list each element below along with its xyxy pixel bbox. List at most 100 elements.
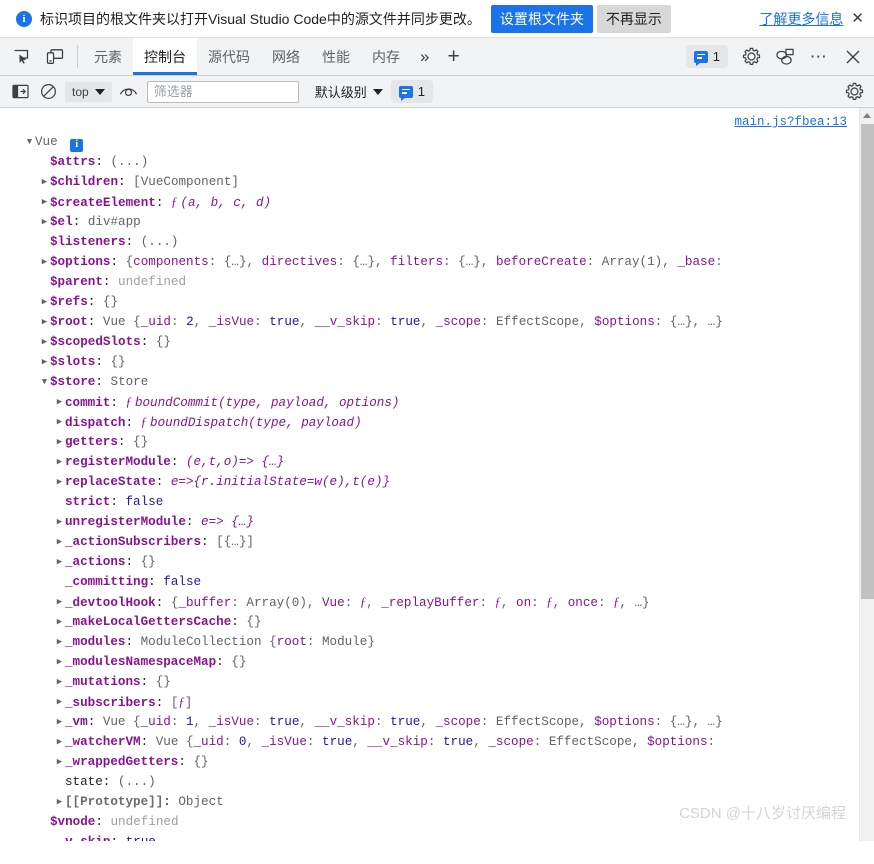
console-vertical-scrollbar[interactable] (859, 108, 874, 841)
tree-row[interactable]: ▶ _modulesNamespaceMap: {} (0, 652, 874, 672)
tree-expand-arrow-collapsed-icon[interactable]: ▶ (39, 192, 50, 212)
tree-row[interactable]: ▶ unregisterModule: e=> {…} (0, 512, 874, 532)
tree-expand-arrow-collapsed-icon[interactable]: ▶ (54, 792, 65, 812)
tree-row[interactable]: ▶ _vm: Vue {_uid: 1, _isVue: true, __v_sk… (0, 712, 874, 732)
tree-expand-arrow-collapsed-icon[interactable]: ▶ (39, 332, 50, 352)
tree-row[interactable]: ▶ [[Prototype]]: Object (0, 792, 874, 812)
set-root-folder-button[interactable]: 设置根文件夹 (490, 4, 593, 33)
tree-row[interactable]: ▶ replaceState: e=>{r.initialState=w(e),t… (0, 472, 874, 492)
tree-expand-arrow-collapsed-icon[interactable]: ▶ (54, 512, 65, 532)
tree-row[interactable]: ▶ _devtoolHook: {_buffer: Array(0), Vue: … (0, 592, 874, 612)
tree-row[interactable]: $attrs: (...) (0, 152, 874, 172)
source-location-link[interactable]: main.js?fbea:13 (734, 115, 847, 129)
dont-show-again-button[interactable]: 不再显示 (596, 4, 671, 33)
tree-row[interactable]: ▶ $scopedSlots: {} (0, 332, 874, 352)
tree-expand-arrow-expanded-icon[interactable]: ▼ (24, 132, 35, 152)
more-tabs-icon[interactable]: » (411, 38, 438, 75)
tree-expand-arrow-collapsed-icon[interactable]: ▶ (54, 452, 65, 472)
tree-row[interactable]: ▶ _wrappedGetters: {} (0, 752, 874, 772)
tree-row[interactable]: ▶ _actions: {} (0, 552, 874, 572)
scrollbar-thumb[interactable] (861, 124, 874, 599)
tree-row[interactable]: ▶ commit: ƒ boundCommit(type, payload, op… (0, 392, 874, 412)
inspect-element-icon[interactable] (4, 38, 38, 75)
tree-row[interactable]: ▶ dispatch: ƒ boundDispatch(type, payload… (0, 412, 874, 432)
tree-expand-arrow-collapsed-icon[interactable]: ▶ (54, 712, 65, 732)
tree-row[interactable]: ▶ $options: {components: {…}, directives:… (0, 252, 874, 272)
close-icon[interactable]: ✕ (849, 11, 866, 26)
tree-expand-arrow-expanded-icon[interactable]: ▼ (39, 372, 50, 392)
tab-performance[interactable]: 性能 (311, 38, 361, 75)
learn-more-link[interactable]: 了解更多信息 (759, 9, 843, 29)
tree-expand-arrow-collapsed-icon[interactable]: ▶ (54, 432, 65, 452)
tree-expand-arrow-collapsed-icon[interactable]: ▶ (54, 592, 65, 612)
tab-memory[interactable]: 内存 (361, 38, 411, 75)
tree-row[interactable]: ▶ $root: Vue {_uid: 2, _isVue: true, __v_… (0, 312, 874, 332)
console-output-area[interactable]: main.js?fbea:13 ▼ Vue i $attrs: (...) ▶ $chi… (0, 108, 874, 841)
clear-console-icon[interactable] (34, 79, 62, 105)
tree-expand-arrow-collapsed-icon[interactable]: ▶ (54, 732, 65, 752)
tree-expand-arrow-collapsed-icon[interactable]: ▶ (54, 472, 65, 492)
tree-expand-arrow-collapsed-icon[interactable]: ▶ (54, 632, 65, 652)
tree-expand-arrow-collapsed-icon[interactable]: ▶ (54, 692, 65, 712)
tree-row[interactable]: ▶ _modules: ModuleCollection {root: Modul… (0, 632, 874, 652)
live-expression-icon[interactable] (115, 79, 143, 105)
tree-row[interactable]: ▼ Vue i (0, 132, 874, 152)
console-sidebar-icon[interactable] (6, 79, 34, 105)
object-inspector-tree[interactable]: ▼ Vue i $attrs: (...) ▶ $children: [VueCompo… (0, 108, 874, 841)
tab-network[interactable]: 网络 (261, 38, 311, 75)
tree-expand-arrow-collapsed-icon[interactable]: ▶ (54, 672, 65, 692)
tree-expand-arrow-collapsed-icon[interactable]: ▶ (39, 352, 50, 372)
tree-row[interactable]: strict: false (0, 492, 874, 512)
device-toolbar-icon[interactable] (38, 38, 72, 75)
tree-row[interactable]: ▶ $slots: {} (0, 352, 874, 372)
more-options-icon[interactable]: ⋯ (802, 47, 836, 67)
tree-row[interactable]: ▶ registerModule: (e,t,o)=> {…} (0, 452, 874, 472)
message-count-chip[interactable]: 1 (685, 45, 728, 68)
tree-row[interactable]: ▶ _makeLocalGettersCache: {} (0, 612, 874, 632)
tab-console[interactable]: 控制台 (133, 38, 197, 75)
tree-expand-arrow-collapsed-icon[interactable]: ▶ (54, 412, 65, 432)
tree-expand-arrow-collapsed-icon[interactable]: ▶ (54, 612, 65, 632)
tree-expand-arrow-collapsed-icon[interactable]: ▶ (54, 752, 65, 772)
token: $refs (50, 295, 88, 309)
add-tab-button[interactable]: + (438, 38, 468, 75)
filter-input[interactable] (146, 80, 299, 103)
token: : (110, 835, 125, 841)
console-message-count-chip[interactable]: 1 (390, 80, 433, 103)
tree-row[interactable]: __v_skip: true (0, 832, 874, 841)
tab-sources[interactable]: 源代码 (197, 38, 261, 75)
tree-row[interactable]: ▶ _watcherVM: Vue {_uid: 0, _isVue: true,… (0, 732, 874, 752)
tree-row[interactable]: ▶ $el: div#app (0, 212, 874, 232)
tree-row[interactable]: ▶ $createElement: ƒ (a, b, c, d) (0, 192, 874, 212)
tree-row[interactable]: ▶ $children: [VueComponent] (0, 172, 874, 192)
tree-expand-arrow-collapsed-icon[interactable]: ▶ (39, 212, 50, 232)
log-level-select[interactable]: 默认级别 (309, 79, 389, 104)
tree-expand-arrow-collapsed-icon[interactable]: ▶ (54, 532, 65, 552)
token: __v_skip (367, 735, 428, 749)
dock-side-icon[interactable] (768, 48, 802, 65)
tree-expand-arrow-collapsed-icon[interactable]: ▶ (54, 392, 65, 412)
tree-row[interactable]: ▶ _actionSubscribers: [{…}] (0, 532, 874, 552)
tree-expand-arrow-collapsed-icon[interactable]: ▶ (54, 552, 65, 572)
execution-context-select[interactable]: top (65, 81, 112, 102)
tree-expand-arrow-collapsed-icon[interactable]: ▶ (39, 252, 50, 272)
tree-row[interactable]: $listeners: (...) (0, 232, 874, 252)
tree-row[interactable]: ▼ $store: Store (0, 372, 874, 392)
tree-row[interactable]: _committing: false (0, 572, 874, 592)
tab-elements[interactable]: 元素 (83, 38, 133, 75)
tree-expand-arrow-collapsed-icon[interactable]: ▶ (39, 312, 50, 332)
tree-expand-arrow-collapsed-icon[interactable]: ▶ (54, 652, 65, 672)
tree-row[interactable]: state: (...) (0, 772, 874, 792)
gear-icon[interactable] (734, 47, 768, 66)
tree-expand-arrow-collapsed-icon[interactable]: ▶ (39, 172, 50, 192)
tree-row[interactable]: ▶ _mutations: {} (0, 672, 874, 692)
tree-row[interactable]: ▶ $refs: {} (0, 292, 874, 312)
console-settings-gear-icon[interactable] (840, 79, 868, 105)
close-devtools-icon[interactable] (836, 49, 870, 65)
scroll-up-arrow-icon[interactable] (860, 108, 874, 123)
tree-row[interactable]: ▶ _subscribers: [ƒ] (0, 692, 874, 712)
tree-row[interactable]: $parent: undefined (0, 272, 874, 292)
tree-row[interactable]: ▶ getters: {} (0, 432, 874, 452)
tree-expand-arrow-collapsed-icon[interactable]: ▶ (39, 292, 50, 312)
tree-row[interactable]: $vnode: undefined (0, 812, 874, 832)
